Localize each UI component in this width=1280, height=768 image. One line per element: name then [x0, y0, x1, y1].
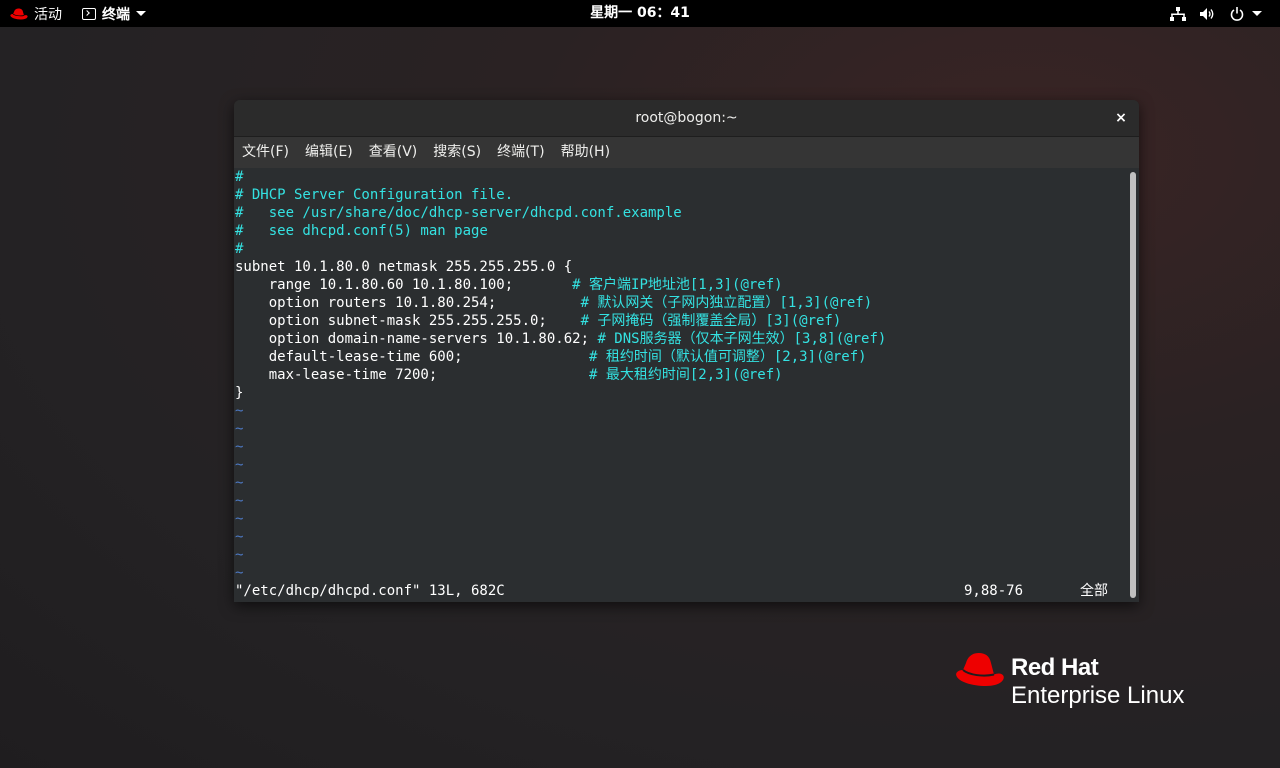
terminal-line: default-lease-time 600; # 租约时间（默认值可调整）[2…: [235, 349, 867, 365]
empty-line-marker: ~: [235, 529, 244, 545]
empty-line-marker: ~: [235, 475, 244, 491]
clock-label: 星期一 06：41: [590, 5, 690, 21]
terminal-window: root@bogon:~ × 文件(F) 编辑(E) 查看(V) 搜索(S) 终…: [234, 100, 1139, 602]
terminal-line: #: [235, 241, 244, 257]
window-title: root@bogon:~: [635, 110, 738, 126]
terminal-line: option domain-name-servers 10.1.80.62; #…: [235, 331, 887, 347]
top-bar: 活动 终端 星期一 06：41: [0, 0, 1280, 27]
empty-line-marker: ~: [235, 565, 244, 581]
redhat-brand-name: Red Hat: [1011, 654, 1099, 681]
terminal-line: option routers 10.1.80.254; # 默认网关（子网内独立…: [235, 295, 873, 311]
vim-cursor-position: 9,88-76: [964, 583, 1024, 599]
terminal-scrollbar[interactable]: [1129, 170, 1137, 600]
scrollbar-thumb[interactable]: [1130, 172, 1136, 598]
volume-icon: [1200, 7, 1214, 20]
empty-line-marker: ~: [235, 493, 244, 509]
close-icon: ×: [1115, 110, 1127, 126]
vim-scroll-indicator: 全部: [1080, 583, 1108, 599]
menu-terminal[interactable]: 终端(T): [489, 137, 552, 168]
terminal-line: range 10.1.80.60 10.1.80.100; # 客户端IP地址池…: [235, 277, 783, 293]
system-tray[interactable]: [1170, 0, 1262, 27]
terminal-line: # see /usr/share/doc/dhcp-server/dhcpd.c…: [235, 205, 682, 221]
power-icon: [1230, 6, 1244, 21]
empty-line-marker: ~: [235, 403, 244, 419]
terminal-line: # see dhcpd.conf(5) man page: [235, 223, 488, 239]
window-titlebar[interactable]: root@bogon:~ ×: [234, 100, 1139, 137]
terminal-content[interactable]: # # DHCP Server Configuration file. # se…: [234, 168, 1139, 602]
menu-bar: 文件(F) 编辑(E) 查看(V) 搜索(S) 终端(T) 帮助(H): [234, 137, 1139, 168]
vim-status-file: "/etc/dhcp/dhcpd.conf" 13L, 682C: [235, 583, 505, 599]
clock[interactable]: 星期一 06：41: [0, 0, 1280, 27]
chevron-down-icon: [1252, 11, 1262, 16]
menu-help[interactable]: 帮助(H): [553, 137, 618, 168]
empty-line-marker: ~: [235, 547, 244, 563]
menu-file[interactable]: 文件(F): [234, 137, 297, 168]
menu-view[interactable]: 查看(V): [361, 137, 426, 168]
terminal-line: }: [235, 385, 244, 401]
network-icon: [1170, 6, 1186, 21]
empty-line-marker: ~: [235, 511, 244, 527]
empty-line-marker: ~: [235, 457, 244, 473]
menu-edit[interactable]: 编辑(E): [297, 137, 361, 168]
terminal-line: subnet 10.1.80.0 netmask 255.255.255.0 {: [235, 259, 573, 275]
terminal-line: option subnet-mask 255.255.255.0; # 子网掩码…: [235, 313, 842, 329]
empty-line-marker: ~: [235, 421, 244, 437]
close-button[interactable]: ×: [1111, 108, 1131, 128]
redhat-logo: Red Hat Enterprise Linux: [955, 648, 1215, 712]
terminal-line: # DHCP Server Configuration file.: [235, 187, 514, 203]
terminal-line: #: [235, 169, 244, 185]
menu-search[interactable]: 搜索(S): [425, 137, 489, 168]
terminal-line: max-lease-time 7200; # 最大租约时间[2,3](@ref): [235, 367, 783, 383]
empty-line-marker: ~: [235, 439, 244, 455]
redhat-product-name: Enterprise Linux: [1011, 682, 1185, 709]
redhat-hat-icon: [956, 653, 1004, 686]
